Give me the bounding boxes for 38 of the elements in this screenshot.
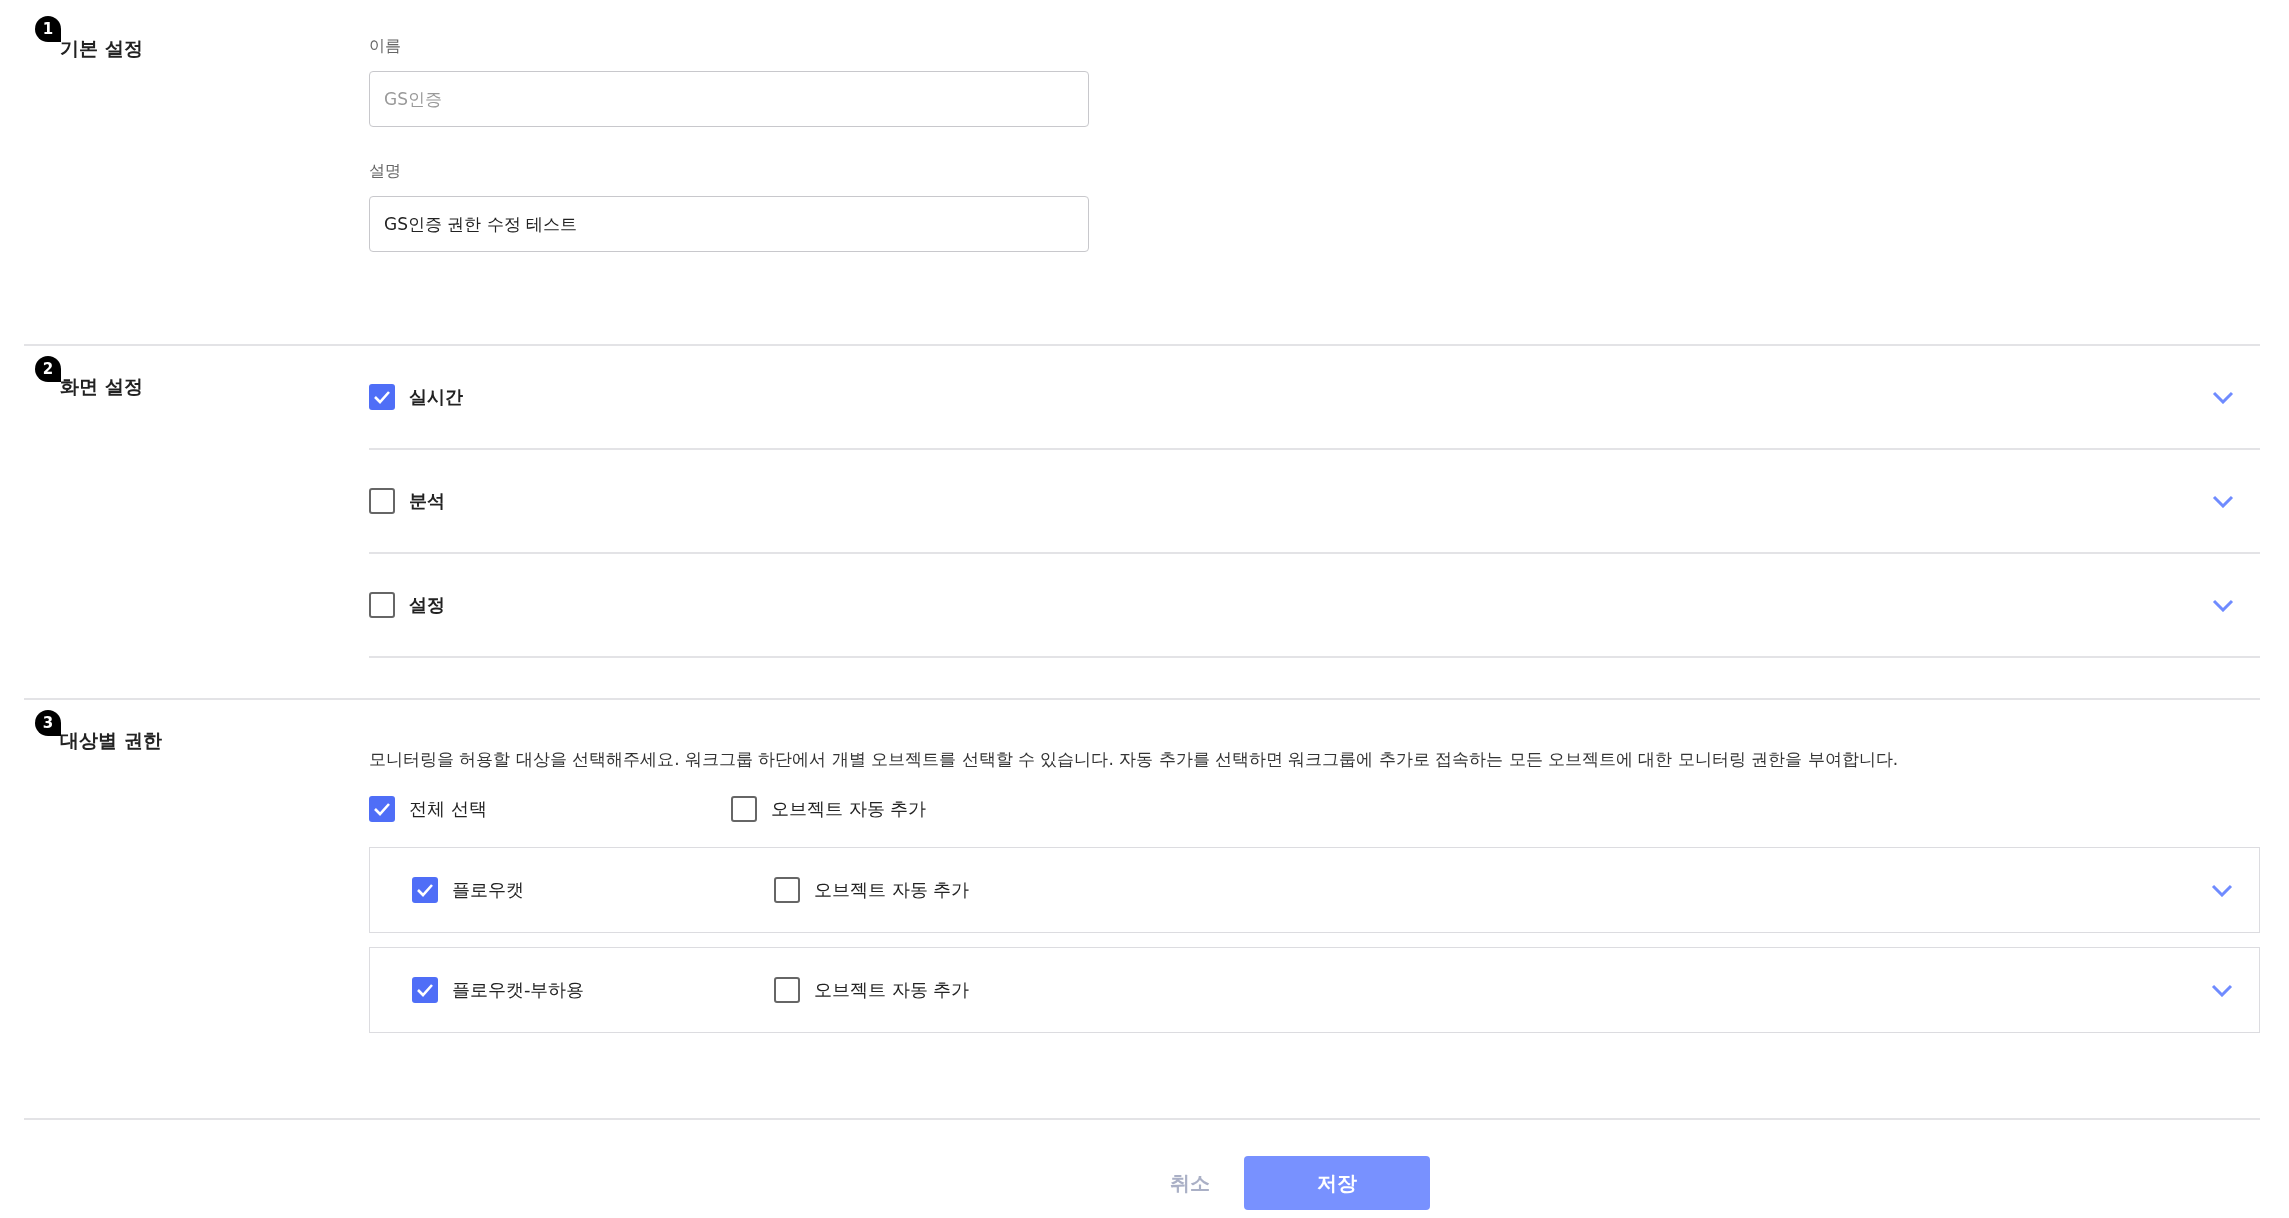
chevron-down-icon[interactable] [2211, 983, 2233, 997]
checkbox-label[interactable]: 플로우캣 [452, 878, 524, 902]
checkbox[interactable] [369, 488, 395, 514]
checkbox[interactable] [369, 592, 395, 618]
checkbox[interactable] [369, 384, 395, 410]
section-title: 대상별 권한 [59, 728, 163, 753]
text-field[interactable]: GS인증 권한 수정 테스트 [369, 196, 1089, 252]
checkbox-label[interactable]: 오브젝트 자동 추가 [814, 978, 970, 1002]
chevron-down-icon[interactable] [2212, 494, 2234, 508]
check-icon [373, 390, 391, 404]
checkbox[interactable] [731, 796, 757, 822]
step-badge: 2 [35, 356, 61, 382]
check-icon [416, 983, 434, 997]
checkbox[interactable] [412, 977, 438, 1003]
checkbox[interactable] [412, 877, 438, 903]
checkbox-label[interactable]: 오브젝트 자동 추가 [814, 878, 970, 902]
chevron-down-icon[interactable] [2212, 598, 2234, 612]
checkbox[interactable] [369, 796, 395, 822]
field-label: 이름 [369, 36, 402, 57]
checkbox-label[interactable]: 분석 [409, 489, 445, 513]
description-text: 모니터링을 허용할 대상을 선택해주세요. 워크그룹 하단에서 개별 오브젝트를 선택할 수 있습니다. 자동 추가를 선택하면 워크그룹에 추가로 접속하는 모든 오브젝트에 대한 모니터링 권한을 부여합니다. [369, 748, 1900, 771]
chevron-down-icon[interactable] [2211, 883, 2233, 897]
checkbox-label[interactable]: 플로우캣-부하용 [452, 978, 585, 1002]
check-icon [373, 802, 391, 816]
checkbox-label[interactable]: 오브젝트 자동 추가 [771, 797, 927, 821]
field-label: 설명 [369, 161, 402, 182]
section-title: 화면 설정 [59, 374, 144, 399]
step-badge: 3 [35, 710, 61, 736]
checkbox-label[interactable]: 전체 선택 [409, 797, 487, 821]
chevron-down-icon[interactable] [2212, 390, 2234, 404]
text-field[interactable]: GS인증 [369, 71, 1089, 127]
checkbox-label[interactable]: 실시간 [409, 385, 463, 409]
checkbox[interactable] [774, 977, 800, 1003]
check-icon [416, 883, 434, 897]
checkbox[interactable] [774, 877, 800, 903]
step-badge: 1 [35, 16, 61, 42]
section-title: 기본 설정 [59, 36, 144, 61]
checkbox-label[interactable]: 설정 [409, 593, 445, 617]
